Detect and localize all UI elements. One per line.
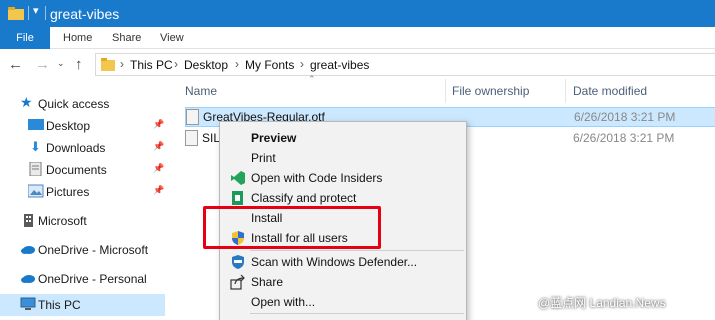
menu-item-preview[interactable]: Preview: [220, 128, 466, 148]
title-separator: [28, 6, 29, 20]
sidebar-item-downloads[interactable]: ⬇ Downloads 📌: [0, 137, 165, 159]
vscode-icon: [231, 171, 245, 185]
recent-locations-icon[interactable]: ⌄: [57, 58, 65, 69]
sidebar-item-label: Desktop: [46, 119, 91, 133]
up-icon[interactable]: ↑: [75, 56, 83, 73]
sidebar-item-label: Quick access: [38, 97, 110, 111]
navigation-pane: ★ Quick access Desktop 📌 ⬇ Downloads 📌 D…: [0, 79, 165, 320]
sidebar-item-label: Documents: [46, 163, 107, 177]
menu-item-label: Scan with Windows Defender...: [251, 255, 418, 269]
column-divider[interactable]: [445, 79, 446, 103]
font-file-icon: [186, 109, 199, 125]
breadcrumb-chevron-icon[interactable]: ›: [235, 57, 239, 71]
breadcrumb-chevron-icon[interactable]: ›: [300, 57, 304, 71]
menu-item-print[interactable]: Print: [220, 148, 466, 168]
breadcrumb-chevron-icon[interactable]: ›: [174, 57, 178, 71]
menu-item-label: Share: [251, 275, 284, 289]
highlight-box: [203, 206, 381, 249]
breadcrumb-chevron-icon[interactable]: ›: [120, 57, 124, 71]
title-separator: [45, 6, 46, 20]
pin-icon[interactable]: 📌: [153, 141, 164, 152]
sidebar-item-label: Pictures: [46, 185, 90, 199]
sidebar-item-quick-access[interactable]: ★ Quick access: [0, 93, 165, 115]
watermark: @蓝点网 Landian.News: [538, 296, 666, 310]
file-name: SIL: [202, 131, 221, 145]
sort-ascending-icon: ⌃: [308, 74, 316, 84]
pictures-icon: [28, 184, 44, 198]
desktop-icon: [28, 119, 44, 130]
share-icon: [230, 274, 245, 290]
sidebar-item-documents[interactable]: Documents 📌: [0, 159, 165, 181]
address-bar[interactable]: › This PC › Desktop › My Fonts › great-v…: [95, 53, 715, 76]
window-title: great-vibes: [50, 6, 120, 22]
breadcrumb-great-vibes[interactable]: great-vibes: [310, 58, 369, 72]
pin-icon[interactable]: 📌: [153, 185, 164, 196]
breadcrumb-my-fonts[interactable]: My Fonts: [245, 58, 294, 72]
menu-item-scan-with-windows-defender[interactable]: Scan with Windows Defender...: [220, 252, 466, 272]
menu-item-open-with[interactable]: Open with...: [220, 292, 466, 312]
menu-item-label: Open with...: [251, 295, 316, 309]
title-bar: ▾ great-vibes: [0, 0, 715, 27]
breadcrumb-this-pc[interactable]: This PC: [130, 58, 173, 72]
menu-item-open-with-code-insiders[interactable]: Open with Code Insiders: [220, 168, 466, 188]
sidebar-item-label: Downloads: [46, 141, 106, 155]
building-icon: [24, 214, 33, 227]
menu-separator: [250, 250, 464, 251]
column-divider[interactable]: [565, 79, 566, 103]
sidebar-item-label: This PC: [38, 298, 81, 312]
star-icon: ★: [20, 94, 33, 110]
sidebar-item-onedrive-personal[interactable]: OneDrive - Personal: [0, 268, 165, 290]
defender-icon: [232, 255, 244, 269]
sidebar-item-pictures[interactable]: Pictures 📌: [0, 181, 165, 203]
breadcrumb-desktop[interactable]: Desktop: [184, 58, 228, 72]
navigation-bar: ← → ⌄ ↑ › This PC › Desktop › My Fonts ›…: [0, 49, 715, 79]
menu-item-classify-and-protect[interactable]: Classify and protect: [220, 188, 466, 208]
sidebar-item-label: OneDrive - Personal: [38, 272, 147, 286]
tab-file[interactable]: File: [0, 27, 50, 49]
computer-icon: [20, 297, 36, 310]
ribbon-tabs: File Home Share View: [0, 27, 715, 49]
sidebar-item-label: OneDrive - Microsoft: [38, 243, 149, 257]
menu-item-label: Open with Code Insiders: [251, 171, 383, 185]
quick-access-toolbar-dropdown-icon[interactable]: ▾: [33, 4, 39, 17]
documents-icon: [29, 162, 42, 176]
menu-item-share[interactable]: Share: [220, 272, 466, 292]
pin-icon[interactable]: 📌: [153, 163, 164, 174]
sidebar-item-onedrive-microsoft[interactable]: OneDrive - Microsoft: [0, 239, 165, 261]
column-header-file-ownership[interactable]: File ownership: [452, 84, 529, 98]
folder-icon: [101, 58, 115, 71]
cloud-icon: [21, 246, 35, 254]
classify-icon: [232, 191, 243, 205]
file-date: 6/26/2018 3:21 PM: [573, 131, 675, 145]
column-header-name[interactable]: Name: [185, 84, 217, 98]
sidebar-item-this-pc[interactable]: This PC: [0, 294, 165, 316]
sidebar-item-label: Microsoft: [38, 214, 87, 228]
menu-item-label: Classify and protect: [251, 191, 357, 205]
folder-icon: [8, 7, 24, 20]
sidebar-item-desktop[interactable]: Desktop 📌: [0, 115, 165, 137]
menu-item-label: Print: [251, 151, 276, 165]
back-icon[interactable]: ←: [8, 56, 23, 73]
file-date: 6/26/2018 3:21 PM: [574, 110, 676, 124]
menu-separator: [250, 313, 464, 314]
forward-icon[interactable]: →: [35, 56, 50, 73]
tab-view[interactable]: View: [160, 27, 184, 49]
cloud-icon: [21, 275, 35, 283]
column-header-date-modified[interactable]: Date modified: [573, 84, 647, 98]
tab-share[interactable]: Share: [112, 27, 141, 49]
sidebar-item-microsoft[interactable]: Microsoft: [0, 210, 165, 232]
file-icon: [185, 130, 198, 146]
tab-home[interactable]: Home: [63, 27, 92, 49]
download-icon: ⬇: [30, 139, 41, 154]
menu-item-label: Preview: [251, 131, 297, 145]
pin-icon[interactable]: 📌: [153, 119, 164, 130]
